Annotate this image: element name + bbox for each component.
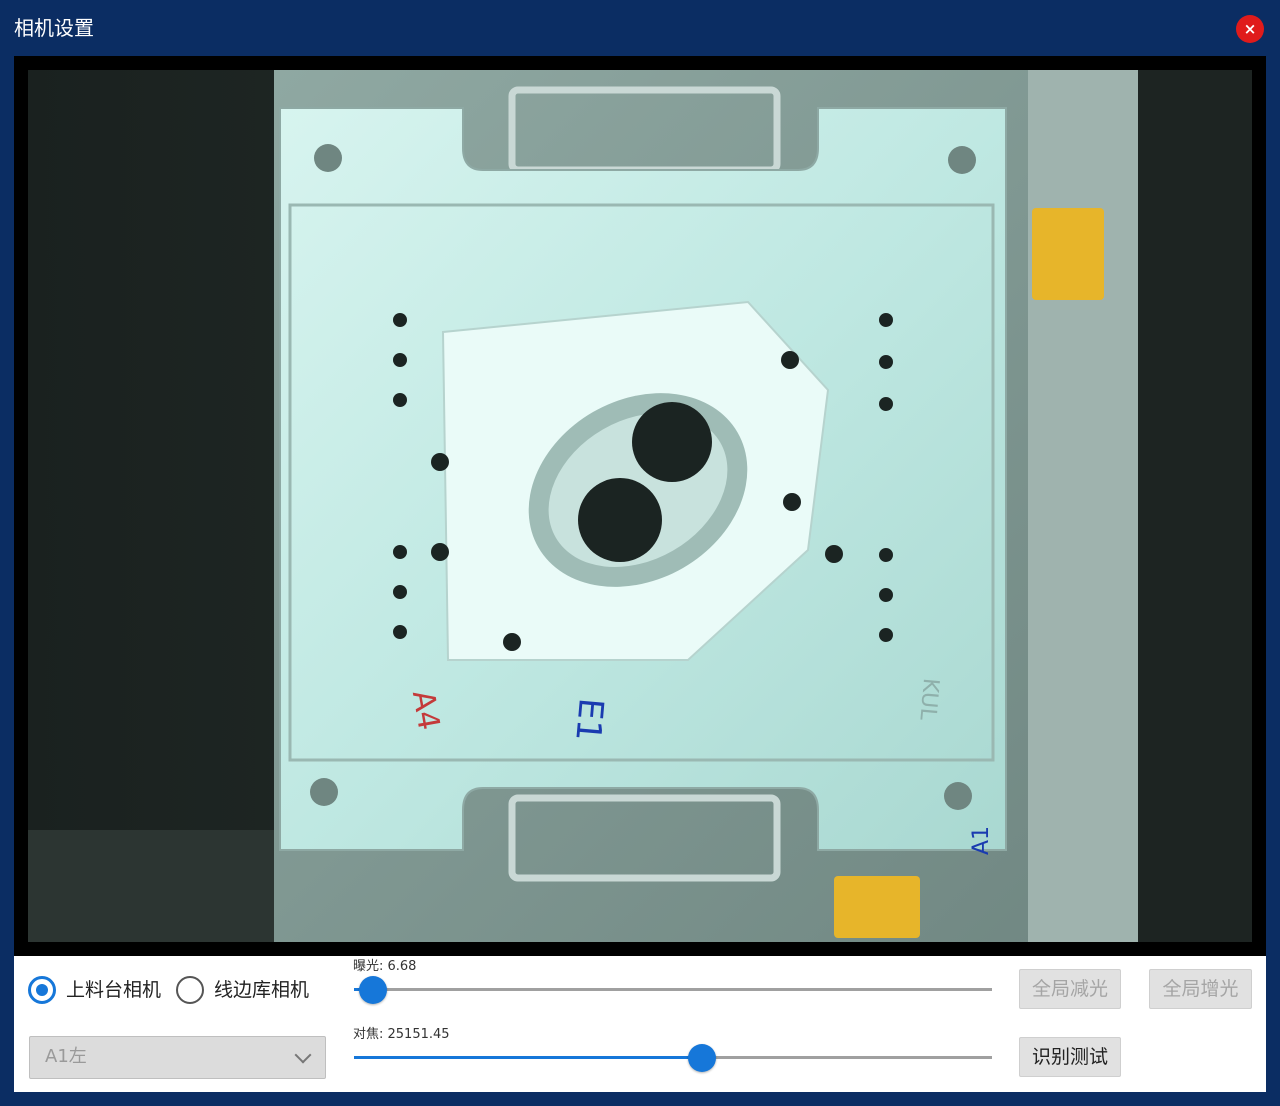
radio-loading-station-label[interactable]: 上料台相机: [66, 976, 161, 1004]
global-decrease-button[interactable]: 全局减光: [1019, 969, 1121, 1009]
exposure-slider[interactable]: [354, 976, 992, 1004]
focus-slider-fill: [354, 1056, 702, 1059]
focus-slider-thumb[interactable]: [687, 1044, 716, 1072]
handwritten-label-center: E1: [567, 696, 611, 742]
global-increase-button[interactable]: 全局增光: [1149, 969, 1252, 1009]
title-bar: 相机设置 ×: [0, 0, 1280, 56]
handwritten-label-faint: KUL: [914, 677, 943, 722]
close-button[interactable]: ×: [1236, 15, 1264, 43]
camera-feed-illustration: A4 E1 A1 KUL: [28, 70, 1252, 942]
station-select[interactable]: A1左: [29, 1036, 326, 1079]
focus-label: 对焦: 25151.45: [353, 1027, 450, 1042]
station-select-value: A1左: [45, 1046, 87, 1067]
camera-viewport: A4 E1 A1 KUL: [14, 56, 1266, 956]
control-panel: 上料台相机 线边库相机 A1左 曝光: 6.68 对焦: 25151.45 全局…: [14, 956, 1266, 1092]
close-icon: ×: [1243, 20, 1257, 38]
exposure-slider-thumb[interactable]: [359, 976, 388, 1004]
window-title: 相机设置: [14, 16, 94, 40]
camera-image: A4 E1 A1 KUL: [28, 70, 1252, 942]
handwritten-label-bottom-right: A1: [969, 826, 994, 855]
focus-slider[interactable]: [354, 1044, 992, 1072]
handwritten-label-left: A4: [405, 688, 446, 733]
radio-loading-station-camera[interactable]: [28, 976, 56, 1004]
chevron-down-icon: [294, 1046, 312, 1064]
exposure-label: 曝光: 6.68: [353, 959, 417, 974]
radio-line-storage-label[interactable]: 线边库相机: [214, 976, 309, 1004]
recognize-test-button[interactable]: 识别测试: [1019, 1037, 1121, 1077]
radio-line-storage-camera[interactable]: [176, 976, 204, 1004]
